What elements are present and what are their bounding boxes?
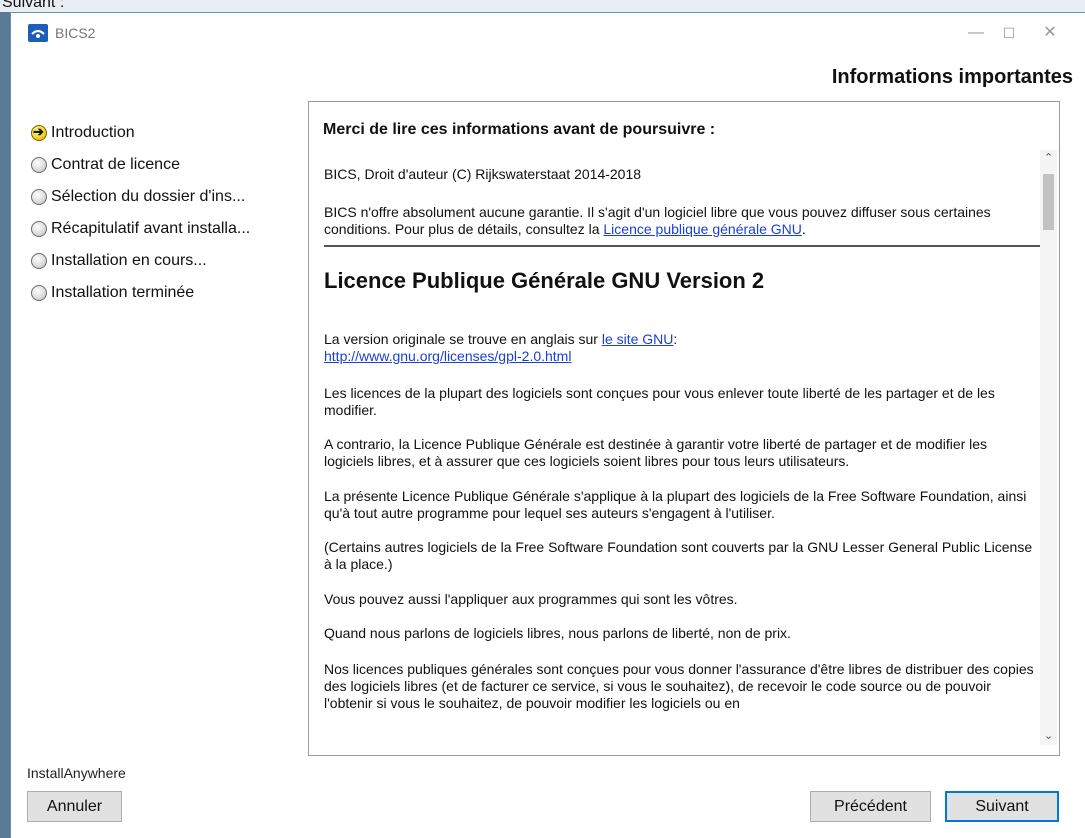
pending-step-icon bbox=[31, 285, 47, 301]
step-label: Sélection du dossier d'ins... bbox=[51, 188, 246, 205]
paragraph: (Certains autres logiciels de la Free So… bbox=[324, 539, 1033, 572]
previous-button[interactable]: Précédent bbox=[810, 791, 931, 822]
copyright-text: BICS, Droit d'auteur (C) Rijkswaterstaat… bbox=[324, 166, 642, 182]
warranty-text: BICS n'offre absolument aucune garantie.… bbox=[324, 204, 1040, 238]
original-colon: : bbox=[673, 331, 678, 347]
next-button[interactable]: Suivant bbox=[945, 791, 1059, 822]
step-label: Introduction bbox=[51, 124, 135, 141]
scroll-down-icon[interactable]: ⌄ bbox=[1040, 728, 1057, 745]
desktop-background: Suivant : bbox=[0, 0, 1085, 12]
licence-title: Licence Publique Générale GNU Version 2 bbox=[324, 268, 765, 293]
info-panel: Merci de lire ces informations avant de … bbox=[308, 101, 1060, 756]
paragraph: A contrario, la Licence Publique Général… bbox=[324, 436, 988, 469]
scroll-up-icon[interactable]: ⌃ bbox=[1040, 150, 1057, 167]
maximize-button[interactable]: ☐ bbox=[986, 17, 1032, 49]
gnu-licence-link[interactable]: Licence publique générale GNU bbox=[603, 221, 801, 237]
step-label: Contrat de licence bbox=[51, 156, 180, 173]
paragraph: La présente Licence Publique Générale s'… bbox=[324, 488, 1027, 521]
pending-step-icon bbox=[31, 253, 47, 269]
divider bbox=[324, 245, 1040, 247]
gnu-site-link[interactable]: le site GNU bbox=[602, 331, 674, 347]
pending-step-icon bbox=[31, 189, 47, 205]
paragraph: Quand nous parlons de logiciels libres, … bbox=[324, 625, 791, 641]
vertical-scrollbar[interactable]: ⌃ ⌄ bbox=[1040, 150, 1057, 745]
original-version-text: La version originale se trouve en anglai… bbox=[324, 331, 1040, 365]
panel-heading: Merci de lire ces informations avant de … bbox=[323, 121, 716, 138]
paragraph: Les licences de la plupart des logiciels… bbox=[324, 385, 995, 418]
gpl-url-link[interactable]: http://www.gnu.org/licenses/gpl-2.0.html bbox=[324, 348, 571, 364]
paragraph: Vous pouvez aussi l'appliquer aux progra… bbox=[324, 591, 738, 607]
step-license: Contrat de licence bbox=[31, 149, 306, 181]
app-icon bbox=[28, 24, 48, 42]
pending-step-icon bbox=[31, 221, 47, 237]
step-label: Installation en cours... bbox=[51, 252, 207, 269]
steps-list: ➔ Introduction Contrat de licence Sélect… bbox=[31, 117, 306, 309]
installer-window: BICS2 — ☐ ✕ Informations importantes ➔ I… bbox=[10, 12, 1085, 838]
cancel-button[interactable]: Annuler bbox=[27, 791, 122, 822]
step-introduction: ➔ Introduction bbox=[31, 117, 306, 149]
step-folder-selection: Sélection du dossier d'ins... bbox=[31, 181, 306, 213]
current-step-icon: ➔ bbox=[31, 124, 47, 141]
step-finished: Installation terminée bbox=[31, 277, 306, 309]
page-title: Informations importantes bbox=[831, 66, 1073, 88]
pending-step-icon bbox=[31, 157, 47, 173]
warranty-end: . bbox=[801, 221, 806, 237]
step-label: Récapitulatif avant installa... bbox=[51, 220, 251, 237]
close-button[interactable]: ✕ bbox=[1027, 17, 1073, 49]
step-summary: Récapitulatif avant installa... bbox=[31, 213, 306, 245]
step-installing: Installation en cours... bbox=[31, 245, 306, 277]
title-bar: BICS2 — ☐ ✕ bbox=[11, 13, 1085, 53]
scrollbar-thumb[interactable] bbox=[1043, 174, 1054, 230]
installer-brand: InstallAnywhere bbox=[27, 765, 126, 781]
background-text: Suivant : bbox=[2, 0, 65, 11]
original-body: La version originale se trouve en anglai… bbox=[324, 331, 602, 347]
step-label: Installation terminée bbox=[51, 284, 195, 301]
paragraph: Nos licences publiques générales sont co… bbox=[324, 661, 1034, 711]
window-title: BICS2 bbox=[55, 25, 96, 41]
